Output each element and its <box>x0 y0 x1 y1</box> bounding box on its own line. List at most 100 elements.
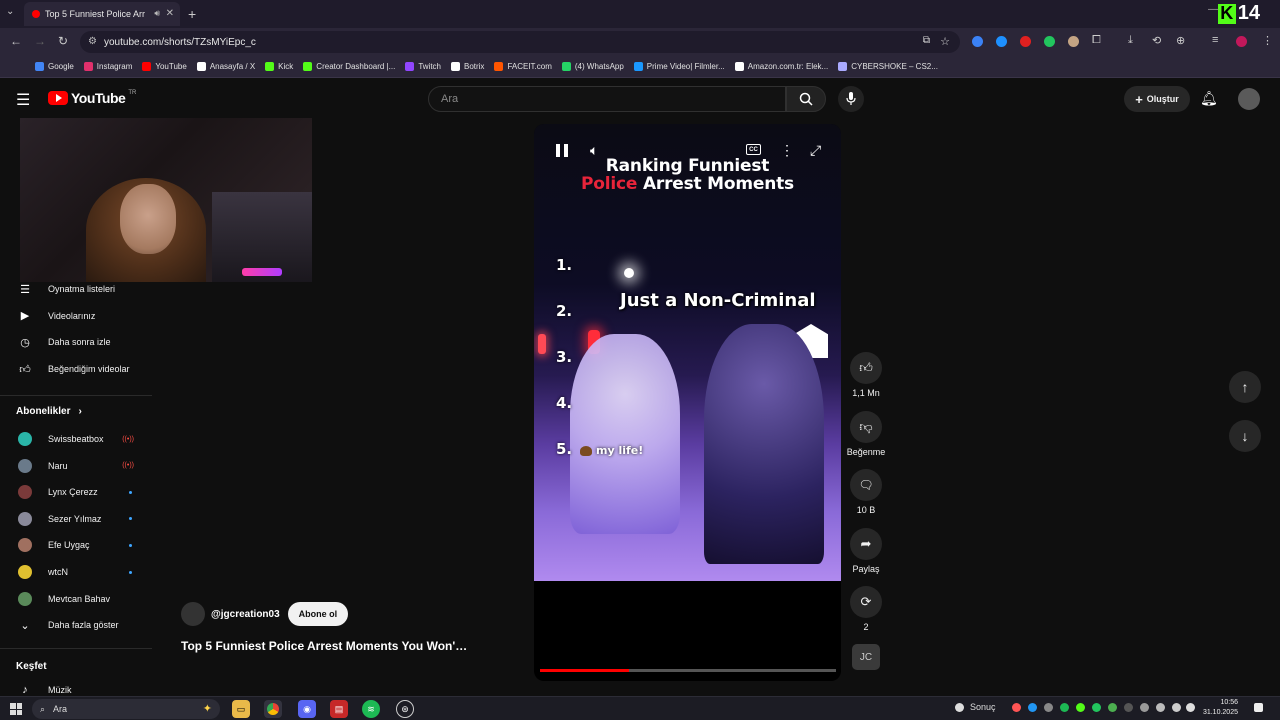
download-icon[interactable]: ⤓ <box>1128 34 1133 47</box>
remix-button[interactable]: ⟳ <box>850 586 882 618</box>
create-button[interactable]: + Oluştur <box>1124 86 1190 112</box>
history-icon[interactable]: ⟲ <box>1152 34 1161 47</box>
subscription-item[interactable]: Efe Uygaç <box>0 533 152 557</box>
install-app-icon[interactable]: ⧉ <box>923 35 930 46</box>
voice-search-button[interactable] <box>838 86 864 112</box>
cs2-app-icon[interactable]: ⊛ <box>396 700 414 718</box>
bookmark-item[interactable]: FACEIT.com <box>489 62 556 71</box>
extension-2-icon[interactable] <box>996 36 1007 47</box>
shorts-player[interactable]: Ranking Funniest Police Arrest Moments J… <box>534 124 841 681</box>
tray-app-4-icon[interactable] <box>1108 703 1117 712</box>
bookmark-item[interactable]: (4) WhatsApp <box>557 62 629 71</box>
remix-action[interactable]: ⟳ 2 <box>848 586 884 632</box>
like-action[interactable]: 👍︎ 1,1 Mn <box>848 352 884 398</box>
guide-menu-icon[interactable]: ☰ <box>16 90 30 110</box>
bookmark-item[interactable]: Prime Video| Filmler... <box>629 62 730 71</box>
subscriptions-heading[interactable]: Abonelikler › <box>16 406 82 417</box>
notification-center-icon[interactable] <box>1254 703 1263 712</box>
close-tab-icon[interactable]: ✕ <box>166 8 174 19</box>
tab-search-icon[interactable]: ⌄ <box>6 6 14 17</box>
profile-avatar-icon[interactable] <box>1236 36 1247 47</box>
next-short-button[interactable]: ↓ <box>1229 420 1261 452</box>
reading-list-icon[interactable]: ≡ <box>1212 34 1218 46</box>
tray-app-1-icon[interactable] <box>1012 703 1021 712</box>
share-button[interactable]: ➦ <box>850 528 882 560</box>
tray-label[interactable]: Sonuç <box>970 702 996 712</box>
closed-captions-icon[interactable]: CC <box>746 144 761 155</box>
bookmark-item[interactable]: Instagram <box>79 62 138 71</box>
fullscreen-icon[interactable]: ⤢ <box>810 142 821 159</box>
network-icon[interactable] <box>1172 703 1181 712</box>
chrome-icon[interactable] <box>264 700 282 718</box>
browser-tab[interactable]: Top 5 Funniest Police Arrest Moments You… <box>24 2 180 26</box>
extensions-puzzle-icon[interactable]: ⧠ <box>1092 34 1101 47</box>
windows-start-icon[interactable] <box>10 703 22 715</box>
pause-icon[interactable] <box>556 144 568 157</box>
channel-thumbnail[interactable]: JC <box>852 644 880 670</box>
notifications-bell-icon[interactable]: 🔔︎ <box>1200 90 1218 107</box>
reload-icon[interactable]: ↻ <box>58 34 68 48</box>
system-clock[interactable]: 10:56 31.10.2025 <box>1198 698 1238 718</box>
forward-icon[interactable]: → <box>34 34 46 48</box>
bookmark-item[interactable]: Kick <box>260 62 298 71</box>
search-button[interactable] <box>786 86 826 112</box>
volume-tray-icon[interactable] <box>1186 703 1195 712</box>
bookmark-item[interactable]: CYBERSHOKE – CS2... <box>833 62 943 71</box>
extension-4-icon[interactable] <box>1044 36 1055 47</box>
back-icon[interactable]: ← <box>10 34 22 48</box>
extension-1-icon[interactable] <box>972 36 983 47</box>
bluetooth-icon[interactable] <box>1028 703 1037 712</box>
spotify-tray-icon[interactable] <box>1060 703 1069 712</box>
site-info-icon[interactable]: ⚙︎ <box>88 36 97 47</box>
tab-audio-icon[interactable]: 🔊︎ <box>154 8 160 19</box>
profile-sync-icon[interactable]: ⊕ <box>1176 34 1185 47</box>
subscription-item[interactable]: Naru ((•)) <box>0 454 152 478</box>
new-tab-icon[interactable]: + <box>188 6 196 22</box>
usb-icon[interactable] <box>1156 703 1165 712</box>
stream-app-icon[interactable]: ▤ <box>330 700 348 718</box>
subscribe-button[interactable]: Abone ol <box>287 602 349 626</box>
search-input[interactable]: Ara <box>428 86 786 112</box>
subscription-item[interactable]: Mevtcan Bahav <box>0 587 152 611</box>
bookmark-item[interactable]: YouTube <box>137 62 191 71</box>
youtube-logo[interactable]: YouTube TR <box>48 90 136 106</box>
taskbar-search[interactable]: ⌕ Ara ✦ <box>32 699 220 719</box>
comments-action[interactable]: 🗨︎ 10 B <box>848 469 884 515</box>
video-title[interactable]: Top 5 Funniest Police Arrest Moments You… <box>181 639 467 653</box>
extension-3-icon[interactable] <box>1020 36 1031 47</box>
minimize-icon[interactable]: — <box>1208 4 1218 15</box>
browser-menu-icon[interactable]: ⋮ <box>1262 34 1273 47</box>
sidebar-item-clock[interactable]: ◷ Daha sonra izle <box>0 329 152 355</box>
tray-app-6-icon[interactable] <box>1140 703 1149 712</box>
comments-button[interactable]: 🗨︎ <box>850 469 882 501</box>
more-options-icon[interactable]: ⋮ <box>780 142 794 159</box>
volume-icon[interactable]: 🔈︎ <box>590 142 598 159</box>
tray-app-5-icon[interactable] <box>1124 703 1133 712</box>
subscription-item[interactable]: wtcN <box>0 560 152 584</box>
channel-avatar[interactable] <box>181 602 205 626</box>
nba-icon[interactable] <box>955 703 964 712</box>
progress-bar[interactable] <box>540 669 836 672</box>
share-action[interactable]: ➦ Paylaş <box>848 528 884 574</box>
subscription-item[interactable]: Lynx Çerezz <box>0 480 152 504</box>
tray-app-2-icon[interactable] <box>1076 703 1085 712</box>
tray-app-3-icon[interactable] <box>1092 703 1101 712</box>
file-explorer-icon[interactable]: ▭ <box>232 700 250 718</box>
bookmark-item[interactable]: Twitch <box>400 62 446 71</box>
subscription-item[interactable]: Sezer Yılmaz <box>0 507 152 531</box>
show-more-button[interactable]: ⌄ Daha fazla göster <box>0 612 152 638</box>
channel-handle[interactable]: @jgcreation03 <box>211 609 280 620</box>
bookmark-item[interactable]: Creator Dashboard |... <box>298 62 400 71</box>
address-bar[interactable]: ⚙︎ youtube.com/shorts/TZsMYiEpc_c ⧉ ☆ <box>80 31 960 53</box>
like-button[interactable]: 👍︎ <box>850 352 882 384</box>
discord-icon[interactable]: ◉ <box>298 700 316 718</box>
bookmark-item[interactable]: Botrix <box>446 62 489 71</box>
dislike-action[interactable]: 👎︎ Beğenme <box>847 411 885 457</box>
account-avatar[interactable] <box>1238 88 1260 110</box>
bookmark-star-icon[interactable]: ☆ <box>940 35 950 48</box>
sidebar-item-thumbs-up[interactable]: 👍︎ Beğendiğim videolar <box>0 356 152 382</box>
tray-arrow-icon[interactable] <box>1044 703 1053 712</box>
spotify-icon[interactable]: ≋ <box>362 700 380 718</box>
bookmark-item[interactable]: Anasayfa / X <box>192 62 260 71</box>
previous-short-button[interactable]: ↑ <box>1229 371 1261 403</box>
